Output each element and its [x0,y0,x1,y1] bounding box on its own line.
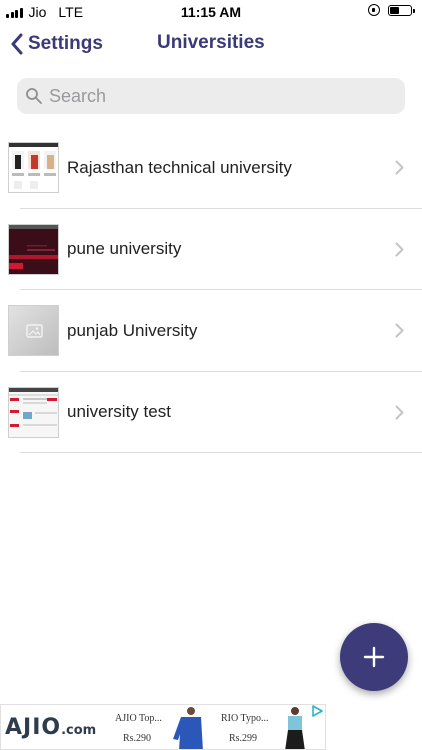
ad-product[interactable]: RIO Typo... Rs.299 [215,705,315,749]
ad-brand-logo: AJIO .com [5,714,97,740]
plus-icon [363,646,385,668]
add-university-button[interactable] [340,623,408,691]
row-divider [20,452,422,453]
chevron-right-icon [395,323,404,338]
status-time: 11:15 AM [180,4,242,20]
ad-product-image [173,707,203,749]
list-item-label: pune university [67,239,182,259]
list-item[interactable]: Rajasthan technical university [0,127,422,209]
image-placeholder-icon [8,305,59,357]
ad-product-title: AJIO Top... [115,713,162,724]
status-bar: Jio LTE 11:15 AM [0,0,422,24]
list-item[interactable]: university test [0,372,422,453]
page-title: Universities [157,32,265,53]
search-input[interactable] [49,85,389,107]
university-list: Rajasthan technical university pune univ… [0,127,422,453]
ad-choices-icon[interactable] [311,705,323,717]
list-item-label: Rajasthan technical university [67,157,292,177]
search-bar[interactable] [17,78,405,114]
back-button[interactable]: Settings [10,28,103,60]
list-item-label: university test [67,402,171,422]
university-thumbnail [8,386,59,438]
chevron-right-icon [395,160,404,175]
rotation-lock-icon [368,4,380,16]
university-thumbnail [8,223,59,275]
chevron-right-icon [395,405,404,420]
university-thumbnail [8,142,59,194]
chevron-right-icon [395,242,404,257]
navigation-bar: Settings Universities [0,24,422,64]
ad-product-price: Rs.290 [123,733,152,744]
status-right [368,4,415,16]
ad-product-image [285,707,305,749]
ad-banner[interactable]: AJIO .com AJIO Top... Rs.290 RIO Typo... … [0,704,326,750]
list-item[interactable]: pune university [0,209,422,290]
search-icon [26,88,42,104]
back-button-label: Settings [28,33,103,54]
ad-product-price: Rs.299 [229,733,258,744]
list-item-label: punjab University [67,320,198,340]
battery-icon [388,4,415,16]
list-item[interactable]: punjab University [0,290,422,372]
ad-product-title: RIO Typo... [221,713,269,724]
ad-product[interactable]: AJIO Top... Rs.290 [109,705,209,749]
chevron-left-icon [11,33,23,55]
